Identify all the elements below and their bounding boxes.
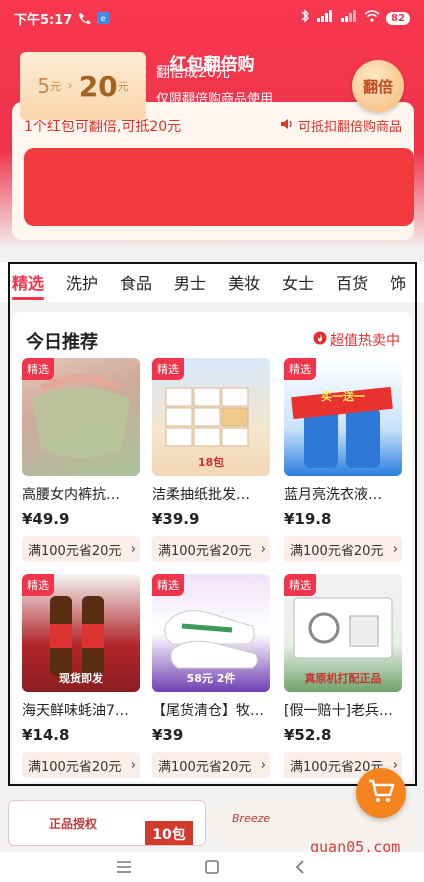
- menu-icon[interactable]: [115, 858, 133, 876]
- product-coupon-text: 满100元省20元: [158, 543, 252, 559]
- tab-nvshi[interactable]: 女士: [282, 270, 314, 294]
- speaker-icon: [280, 118, 294, 134]
- battery-indicator: 82: [386, 11, 410, 25]
- product-coupon-text: 满100元省20元: [290, 543, 384, 559]
- product-card[interactable]: 精选 买一送一 蓝月亮洗衣液… ¥19.8 满100元省20元 ›: [284, 358, 402, 566]
- bottom-banner-2-label: Breeze: [232, 812, 271, 825]
- product-card[interactable]: 精选 真原机打配正品 [假一赔十]老兵… ¥52.8 满100元省20元 ›: [284, 574, 402, 782]
- coupon-from-amount: 5: [37, 74, 51, 98]
- coupon-hint[interactable]: 可抵扣翻倍购商品: [280, 116, 402, 135]
- category-tabs: 精选 洗护 食品 男士 美妆 女士 百货 饰: [0, 262, 424, 302]
- coupon-strip: [24, 148, 414, 226]
- product-image[interactable]: 精选 买一送一: [284, 358, 402, 476]
- tab-shi[interactable]: 饰: [390, 270, 406, 294]
- chevron-right-icon: ›: [130, 757, 136, 773]
- product-image[interactable]: 精选 58元 2件: [152, 574, 270, 692]
- coupon-mid-line1: 翻倍成20元: [156, 65, 230, 81]
- product-art-label: 真原机打配正品: [304, 672, 382, 685]
- bottom-banner-1-pack: 10包: [145, 821, 193, 845]
- product-card[interactable]: 精选 58元 2件 【尾货清仓】牧… ¥39 满100元省20元 ›: [152, 574, 270, 782]
- product-name: 海天鲜味蚝油7…: [22, 703, 129, 719]
- tab-jingxuan[interactable]: 精选: [12, 270, 45, 300]
- product-art-label: 买一送一: [321, 390, 365, 403]
- product-coupon[interactable]: 满100元省20元 ›: [152, 536, 270, 562]
- product-name: 洁柔抽纸批发…: [152, 487, 250, 503]
- bottom-banner-1-label: 正品授权: [49, 817, 98, 831]
- recommend-panel: 今日推荐 超值热卖中 精选 高腰女内裤抗… ¥49.9 满100元省20元 › …: [12, 312, 412, 782]
- product-coupon[interactable]: 满100元省20元 ›: [284, 536, 402, 562]
- coupon-to-amount: 20: [78, 69, 118, 103]
- bluetooth-icon: [300, 9, 310, 27]
- status-bar: 下午5:17 e 82: [0, 0, 424, 36]
- product-name: 高腰女内裤抗…: [22, 487, 120, 503]
- product-name: [假一赔十]老兵…: [284, 703, 393, 719]
- coupon-from-unit: 元: [50, 80, 62, 93]
- product-image[interactable]: 精选: [22, 358, 140, 476]
- chevron-right-icon: ›: [130, 541, 136, 557]
- cart-button[interactable]: [356, 768, 406, 818]
- product-art-label: 18包: [197, 456, 225, 469]
- coupon-hint-text: 可抵扣翻倍购商品: [297, 120, 402, 135]
- product-coupon-text: 满100元省20元: [28, 759, 122, 775]
- wifi-icon: [364, 10, 380, 26]
- tab-baihuo[interactable]: 百货: [336, 270, 368, 294]
- product-image[interactable]: 精选 真原机打配正品: [284, 574, 402, 692]
- tab-nanshi[interactable]: 男士: [174, 270, 206, 294]
- product-art-label: 现货即发: [59, 672, 103, 685]
- flame-icon: [313, 331, 327, 349]
- system-nav-bar: [0, 852, 424, 882]
- coupon-to-unit: 元: [117, 80, 129, 93]
- product-art-label: 58元 2件: [186, 672, 236, 685]
- product-card[interactable]: 精选 现货即发 海天鲜味蚝油7… ¥14.8 满100元省20元 ›: [22, 574, 140, 782]
- tab-xihu[interactable]: 洗护: [66, 270, 98, 294]
- product-price: ¥52.8: [284, 726, 332, 744]
- chevron-right-icon: ›: [260, 757, 266, 773]
- product-price: ¥49.9: [22, 510, 70, 528]
- hot-sale-link[interactable]: 超值热卖中: [313, 330, 400, 350]
- coupon-mid-line2: 仅限翻倍购商品使用: [156, 92, 274, 107]
- tab-meizhuang[interactable]: 美妆: [228, 270, 260, 294]
- coupon-description: 翻倍成20元 仅限翻倍购商品使用: [156, 62, 273, 107]
- coupon-amount-box: 5 元 › 20 元: [20, 52, 146, 120]
- product-price: ¥39: [152, 726, 184, 744]
- product-coupon-text: 满100元省20元: [158, 759, 252, 775]
- chevron-right-icon: ›: [67, 78, 73, 94]
- product-price: ¥14.8: [22, 726, 70, 744]
- cart-icon: [367, 778, 395, 808]
- svg-text:e: e: [101, 14, 106, 23]
- back-icon[interactable]: [291, 858, 309, 876]
- home-icon[interactable]: [203, 858, 221, 876]
- product-card[interactable]: 精选 18包 洁柔抽纸批发… ¥39.9 满100元省20元 ›: [152, 358, 270, 566]
- product-coupon-text: 满100元省20元: [28, 543, 122, 559]
- tab-shipin[interactable]: 食品: [120, 270, 152, 294]
- bottom-banner-1[interactable]: 正品授权 10包: [8, 800, 206, 846]
- product-coupon[interactable]: 满100元省20元 ›: [22, 752, 140, 778]
- status-time: 下午5:17: [14, 12, 73, 28]
- product-price: ¥19.8: [284, 510, 332, 528]
- product-coupon[interactable]: 满100元省20元 ›: [22, 536, 140, 562]
- signal-icon: [316, 10, 334, 26]
- status-right: 82: [300, 9, 410, 27]
- product-image[interactable]: 精选 现货即发: [22, 574, 140, 692]
- chevron-right-icon: ›: [260, 541, 266, 557]
- app-icon: e: [96, 12, 110, 24]
- hot-sale-text: 超值热卖中: [330, 333, 400, 349]
- phone-icon: [78, 12, 92, 24]
- product-image[interactable]: 精选 18包: [152, 358, 270, 476]
- product-name: 蓝月亮洗衣液…: [284, 487, 382, 503]
- chevron-right-icon: ›: [392, 757, 398, 773]
- coupon-card: 1个红包可翻倍,可抵20元 可抵扣翻倍购商品: [12, 102, 414, 240]
- double-button[interactable]: 翻倍: [352, 60, 404, 112]
- product-name: 【尾货清仓】牧…: [152, 703, 264, 719]
- recommend-title: 今日推荐: [26, 332, 98, 353]
- product-coupon[interactable]: 满100元省20元 ›: [152, 752, 270, 778]
- product-card[interactable]: 精选 高腰女内裤抗… ¥49.9 满100元省20元 ›: [22, 358, 140, 566]
- product-price: ¥39.9: [152, 510, 200, 528]
- chevron-right-icon: ›: [392, 541, 398, 557]
- signal-icon-2: [340, 10, 358, 26]
